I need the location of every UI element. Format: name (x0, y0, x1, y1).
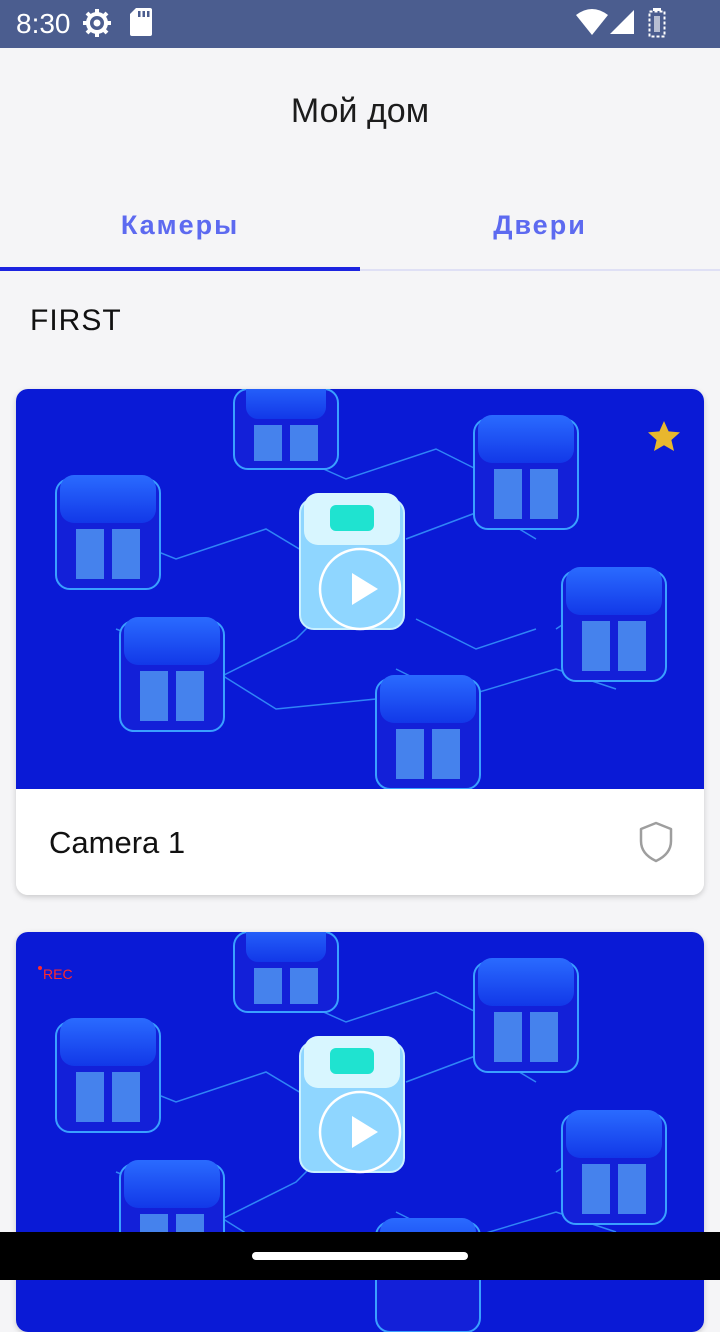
cell-signal-icon (610, 10, 634, 34)
home-gesture-handle[interactable] (252, 1252, 468, 1260)
camera-card[interactable]: Camera 1 (16, 389, 704, 895)
rec-badge: REC (38, 966, 73, 982)
play-icon[interactable] (318, 547, 402, 631)
rec-dot-icon (38, 966, 42, 970)
camera-name: Camera 1 (49, 825, 186, 860)
app-header: Мой дом (0, 48, 720, 178)
section-title: FIRST (30, 304, 122, 337)
sd-card-icon (130, 8, 152, 36)
tab-indicator (0, 267, 360, 271)
wifi-icon (576, 9, 608, 35)
page-title: Мой дом (290, 92, 430, 130)
favorite-star-icon[interactable] (646, 419, 682, 455)
play-icon[interactable] (318, 1090, 402, 1174)
tab-bar: Камеры Двери (0, 178, 720, 272)
tab-cameras[interactable]: Камеры (0, 178, 360, 272)
status-bar: 8:30 (0, 0, 720, 48)
settings-icon (83, 9, 111, 37)
shield-icon[interactable] (638, 821, 674, 863)
camera-preview[interactable] (16, 389, 704, 789)
tab-doors[interactable]: Двери (360, 178, 720, 272)
status-time: 8:30 (16, 8, 71, 39)
system-nav-bar (0, 1232, 720, 1280)
battery-icon (648, 8, 666, 38)
camera-card-footer: Camera 1 (16, 789, 704, 895)
rec-label: REC (43, 966, 73, 982)
